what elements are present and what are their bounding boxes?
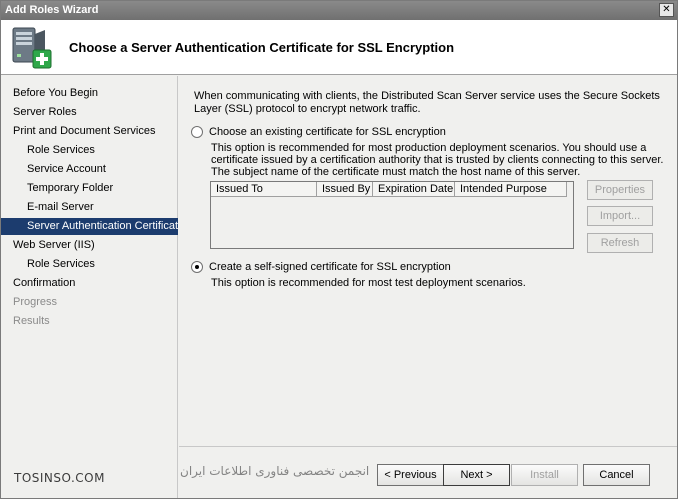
wizard-window: Add Roles Wizard ✕ Choose a Server Authe…	[0, 0, 678, 499]
properties-button[interactable]: Properties	[587, 180, 653, 200]
certificate-list[interactable]: Issued To Issued By Expiration Date Inte…	[210, 181, 574, 249]
nav-item-results: Results	[13, 315, 50, 327]
nav-item-email-server[interactable]: E-mail Server	[1, 199, 178, 216]
nav-item-temporary-folder[interactable]: Temporary Folder	[1, 180, 178, 197]
column-issued-to[interactable]: Issued To	[211, 182, 317, 197]
refresh-button[interactable]: Refresh	[587, 233, 653, 253]
self-signed-certificate-radio[interactable]	[191, 261, 203, 273]
wizard-step-nav: Before You Begin Server Roles Print and …	[1, 76, 184, 498]
intro-text: When communicating with clients, the Dis…	[194, 90, 660, 115]
existing-certificate-label[interactable]: Choose an existing certificate for SSL e…	[209, 126, 446, 138]
column-expiration-date[interactable]: Expiration Date	[373, 182, 455, 197]
column-intended-purpose[interactable]: Intended Purpose	[455, 182, 567, 197]
previous-button[interactable]: < Previous	[377, 464, 444, 486]
nav-item-progress: Progress	[13, 296, 58, 308]
column-issued-by[interactable]: Issued By	[317, 182, 373, 197]
close-button[interactable]: ✕	[659, 3, 674, 17]
server-add-icon	[12, 27, 52, 69]
wizard-header: Choose a Server Authentication Certifica…	[1, 20, 677, 75]
existing-certificate-description: This option is recommended for most prod…	[211, 142, 664, 178]
nav-item-web-server-iis[interactable]: Web Server (IIS)	[1, 237, 178, 254]
nav-item-server-auth-certificate[interactable]: Server Authentication Certificate	[1, 218, 184, 235]
nav-item-service-account[interactable]: Service Account	[1, 161, 178, 178]
self-signed-certificate-label[interactable]: Create a self-signed certificate for SSL…	[209, 261, 451, 273]
install-button: Install	[511, 464, 578, 486]
nav-item-confirmation[interactable]: Confirmation	[1, 275, 178, 292]
watermark-forum: انجمن تخصصی فناوری اطلاعات ایران	[180, 464, 370, 478]
self-signed-certificate-description: This option is recommended for most test…	[211, 277, 526, 289]
window-title: Add Roles Wizard	[5, 4, 99, 16]
wizard-content: When communicating with clients, the Dis…	[179, 76, 677, 446]
title-bar[interactable]: Add Roles Wizard ✕	[1, 1, 677, 20]
page-title: Choose a Server Authentication Certifica…	[69, 40, 455, 55]
next-button[interactable]: Next >	[443, 464, 510, 486]
close-icon: ✕	[662, 4, 671, 15]
option-existing-certificate[interactable]: Choose an existing certificate for SSL e…	[191, 126, 446, 138]
option-self-signed-certificate[interactable]: Create a self-signed certificate for SSL…	[191, 261, 451, 273]
nav-item-before-you-begin[interactable]: Before You Begin	[1, 85, 178, 102]
nav-item-print-document-services[interactable]: Print and Document Services	[1, 123, 178, 140]
import-button[interactable]: Import...	[587, 206, 653, 226]
cancel-button[interactable]: Cancel	[583, 464, 650, 486]
nav-item-server-roles[interactable]: Server Roles	[1, 104, 178, 121]
nav-item-role-services-iis[interactable]: Role Services	[1, 256, 178, 273]
existing-certificate-radio[interactable]	[191, 126, 203, 138]
nav-item-role-services-print[interactable]: Role Services	[1, 142, 178, 159]
watermark-site: TOSINSO.COM	[14, 471, 105, 485]
